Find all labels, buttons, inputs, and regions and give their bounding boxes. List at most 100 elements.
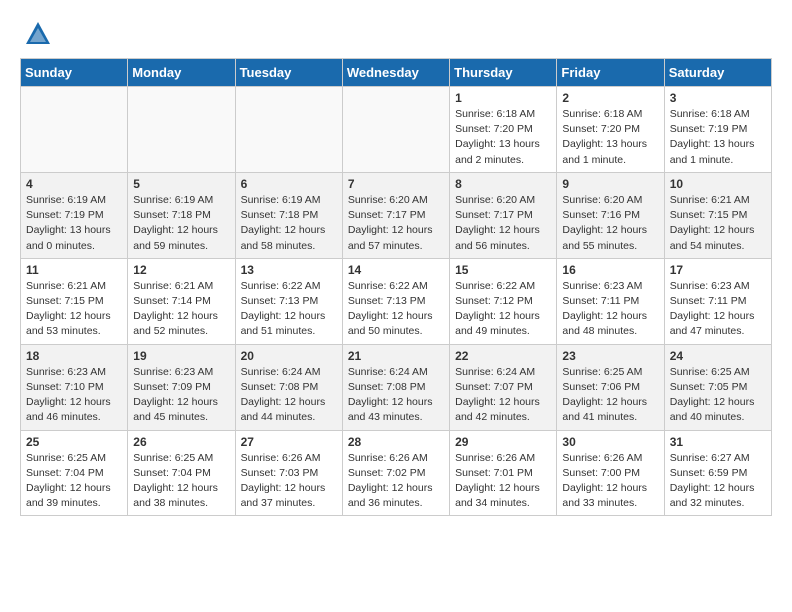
day-info: Sunrise: 6:19 AM Sunset: 7:18 PM Dayligh… bbox=[133, 193, 229, 254]
day-info: Sunrise: 6:26 AM Sunset: 7:00 PM Dayligh… bbox=[562, 451, 658, 512]
day-number: 8 bbox=[455, 177, 551, 191]
day-number: 31 bbox=[670, 435, 766, 449]
calendar-week-5: 25 Sunrise: 6:25 AM Sunset: 7:04 PM Dayli… bbox=[21, 430, 772, 516]
day-info: Sunrise: 6:25 AM Sunset: 7:06 PM Dayligh… bbox=[562, 365, 658, 426]
calendar-day-14: 14 Sunrise: 6:22 AM Sunset: 7:13 PM Dayli… bbox=[342, 258, 449, 344]
calendar-day-19: 19Sunrise: 6:23 AM Sunset: 7:09 PM Dayli… bbox=[128, 344, 235, 430]
logo bbox=[20, 20, 52, 48]
calendar-week-1: 1Sunrise: 6:18 AM Sunset: 7:20 PM Daylig… bbox=[21, 87, 772, 173]
calendar-week-2: 4 Sunrise: 6:19 AM Sunset: 7:19 PM Daylig… bbox=[21, 172, 772, 258]
day-info: Sunrise: 6:25 AM Sunset: 7:04 PM Dayligh… bbox=[26, 451, 122, 512]
calendar-week-4: 18 Sunrise: 6:23 AM Sunset: 7:10 PM Dayli… bbox=[21, 344, 772, 430]
calendar-day-25: 25 Sunrise: 6:25 AM Sunset: 7:04 PM Dayli… bbox=[21, 430, 128, 516]
calendar-day-28: 28 Sunrise: 6:26 AM Sunset: 7:02 PM Dayli… bbox=[342, 430, 449, 516]
logo-icon bbox=[24, 20, 52, 48]
day-number: 12 bbox=[133, 263, 229, 277]
calendar-day-5: 5 Sunrise: 6:19 AM Sunset: 7:18 PM Daylig… bbox=[128, 172, 235, 258]
calendar-day-1: 1Sunrise: 6:18 AM Sunset: 7:20 PM Daylig… bbox=[450, 87, 557, 173]
calendar-table: SundayMondayTuesdayWednesdayThursdayFrid… bbox=[20, 58, 772, 516]
calendar-day-30: 30 Sunrise: 6:26 AM Sunset: 7:00 PM Dayli… bbox=[557, 430, 664, 516]
calendar-day-2: 2 Sunrise: 6:18 AM Sunset: 7:20 PM Daylig… bbox=[557, 87, 664, 173]
day-info: Sunrise: 6:27 AM Sunset: 6:59 PM Dayligh… bbox=[670, 451, 766, 512]
day-number: 22 bbox=[455, 349, 551, 363]
day-number: 29 bbox=[455, 435, 551, 449]
day-info: Sunrise: 6:22 AM Sunset: 7:13 PM Dayligh… bbox=[241, 279, 337, 340]
day-info: Sunrise: 6:21 AM Sunset: 7:15 PM Dayligh… bbox=[670, 193, 766, 254]
calendar-day-23: 23 Sunrise: 6:25 AM Sunset: 7:06 PM Dayli… bbox=[557, 344, 664, 430]
weekday-header-tuesday: Tuesday bbox=[235, 59, 342, 87]
day-number: 26 bbox=[133, 435, 229, 449]
day-number: 6 bbox=[241, 177, 337, 191]
day-info: Sunrise: 6:19 AM Sunset: 7:19 PM Dayligh… bbox=[26, 193, 122, 254]
calendar-day-12: 12 Sunrise: 6:21 AM Sunset: 7:14 PM Dayli… bbox=[128, 258, 235, 344]
calendar-week-3: 11 Sunrise: 6:21 AM Sunset: 7:15 PM Dayli… bbox=[21, 258, 772, 344]
day-info: Sunrise: 6:21 AM Sunset: 7:14 PM Dayligh… bbox=[133, 279, 229, 340]
day-number: 20 bbox=[241, 349, 337, 363]
page-header bbox=[20, 20, 772, 48]
day-number: 2 bbox=[562, 91, 658, 105]
calendar-day-4: 4 Sunrise: 6:19 AM Sunset: 7:19 PM Daylig… bbox=[21, 172, 128, 258]
day-info: Sunrise: 6:23 AM Sunset: 7:11 PM Dayligh… bbox=[670, 279, 766, 340]
day-number: 28 bbox=[348, 435, 444, 449]
weekday-header-thursday: Thursday bbox=[450, 59, 557, 87]
day-number: 3 bbox=[670, 91, 766, 105]
day-number: 23 bbox=[562, 349, 658, 363]
day-number: 7 bbox=[348, 177, 444, 191]
day-info: Sunrise: 6:23 AM Sunset: 7:10 PM Dayligh… bbox=[26, 365, 122, 426]
weekday-header-friday: Friday bbox=[557, 59, 664, 87]
day-number: 27 bbox=[241, 435, 337, 449]
day-info: Sunrise: 6:26 AM Sunset: 7:03 PM Dayligh… bbox=[241, 451, 337, 512]
calendar-empty bbox=[128, 87, 235, 173]
day-info: Sunrise: 6:25 AM Sunset: 7:05 PM Dayligh… bbox=[670, 365, 766, 426]
calendar-empty bbox=[342, 87, 449, 173]
calendar-day-13: 13Sunrise: 6:22 AM Sunset: 7:13 PM Dayli… bbox=[235, 258, 342, 344]
day-info: Sunrise: 6:20 AM Sunset: 7:17 PM Dayligh… bbox=[348, 193, 444, 254]
day-number: 5 bbox=[133, 177, 229, 191]
day-number: 21 bbox=[348, 349, 444, 363]
calendar-day-10: 10 Sunrise: 6:21 AM Sunset: 7:15 PM Dayli… bbox=[664, 172, 771, 258]
calendar-day-11: 11 Sunrise: 6:21 AM Sunset: 7:15 PM Dayli… bbox=[21, 258, 128, 344]
day-info: Sunrise: 6:24 AM Sunset: 7:08 PM Dayligh… bbox=[348, 365, 444, 426]
day-number: 16 bbox=[562, 263, 658, 277]
day-info: Sunrise: 6:20 AM Sunset: 7:17 PM Dayligh… bbox=[455, 193, 551, 254]
day-info: Sunrise: 6:18 AM Sunset: 7:19 PM Dayligh… bbox=[670, 107, 766, 168]
calendar-day-18: 18 Sunrise: 6:23 AM Sunset: 7:10 PM Dayli… bbox=[21, 344, 128, 430]
calendar-day-15: 15Sunrise: 6:22 AM Sunset: 7:12 PM Dayli… bbox=[450, 258, 557, 344]
day-info: Sunrise: 6:21 AM Sunset: 7:15 PM Dayligh… bbox=[26, 279, 122, 340]
calendar-empty bbox=[235, 87, 342, 173]
day-info: Sunrise: 6:18 AM Sunset: 7:20 PM Dayligh… bbox=[562, 107, 658, 168]
weekday-header-row: SundayMondayTuesdayWednesdayThursdayFrid… bbox=[21, 59, 772, 87]
day-number: 11 bbox=[26, 263, 122, 277]
day-number: 14 bbox=[348, 263, 444, 277]
calendar-day-21: 21 Sunrise: 6:24 AM Sunset: 7:08 PM Dayli… bbox=[342, 344, 449, 430]
day-number: 10 bbox=[670, 177, 766, 191]
calendar-day-29: 29 Sunrise: 6:26 AM Sunset: 7:01 PM Dayli… bbox=[450, 430, 557, 516]
day-number: 25 bbox=[26, 435, 122, 449]
calendar-day-16: 16 Sunrise: 6:23 AM Sunset: 7:11 PM Dayli… bbox=[557, 258, 664, 344]
calendar-day-8: 8 Sunrise: 6:20 AM Sunset: 7:17 PM Daylig… bbox=[450, 172, 557, 258]
weekday-header-saturday: Saturday bbox=[664, 59, 771, 87]
day-info: Sunrise: 6:23 AM Sunset: 7:11 PM Dayligh… bbox=[562, 279, 658, 340]
day-info: Sunrise: 6:26 AM Sunset: 7:01 PM Dayligh… bbox=[455, 451, 551, 512]
day-info: Sunrise: 6:19 AM Sunset: 7:18 PM Dayligh… bbox=[241, 193, 337, 254]
day-number: 9 bbox=[562, 177, 658, 191]
day-info: Sunrise: 6:24 AM Sunset: 7:07 PM Dayligh… bbox=[455, 365, 551, 426]
day-number: 15 bbox=[455, 263, 551, 277]
day-info: Sunrise: 6:22 AM Sunset: 7:13 PM Dayligh… bbox=[348, 279, 444, 340]
day-info: Sunrise: 6:25 AM Sunset: 7:04 PM Dayligh… bbox=[133, 451, 229, 512]
day-info: Sunrise: 6:18 AM Sunset: 7:20 PM Dayligh… bbox=[455, 107, 551, 168]
day-number: 18 bbox=[26, 349, 122, 363]
day-info: Sunrise: 6:20 AM Sunset: 7:16 PM Dayligh… bbox=[562, 193, 658, 254]
calendar-day-9: 9 Sunrise: 6:20 AM Sunset: 7:16 PM Daylig… bbox=[557, 172, 664, 258]
calendar-day-17: 17Sunrise: 6:23 AM Sunset: 7:11 PM Dayli… bbox=[664, 258, 771, 344]
weekday-header-monday: Monday bbox=[128, 59, 235, 87]
calendar-day-24: 24Sunrise: 6:25 AM Sunset: 7:05 PM Dayli… bbox=[664, 344, 771, 430]
calendar-empty bbox=[21, 87, 128, 173]
day-info: Sunrise: 6:26 AM Sunset: 7:02 PM Dayligh… bbox=[348, 451, 444, 512]
calendar-day-31: 31 Sunrise: 6:27 AM Sunset: 6:59 PM Dayli… bbox=[664, 430, 771, 516]
calendar-day-3: 3 Sunrise: 6:18 AM Sunset: 7:19 PM Daylig… bbox=[664, 87, 771, 173]
day-number: 30 bbox=[562, 435, 658, 449]
day-info: Sunrise: 6:23 AM Sunset: 7:09 PM Dayligh… bbox=[133, 365, 229, 426]
calendar-day-22: 22 Sunrise: 6:24 AM Sunset: 7:07 PM Dayli… bbox=[450, 344, 557, 430]
day-number: 4 bbox=[26, 177, 122, 191]
